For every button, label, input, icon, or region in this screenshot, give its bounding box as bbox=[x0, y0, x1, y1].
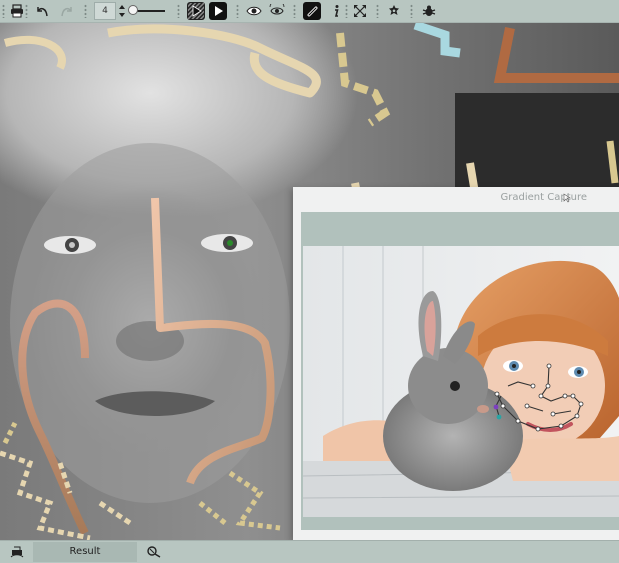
link-icon[interactable] bbox=[146, 544, 162, 558]
toolbar-grip[interactable] bbox=[25, 4, 28, 18]
status-bar: Result bbox=[0, 540, 619, 562]
play-pattern-icon[interactable] bbox=[187, 2, 205, 20]
toolbar-grip[interactable] bbox=[177, 4, 180, 18]
eye-icon[interactable] bbox=[245, 2, 263, 20]
toolbar-grip[interactable] bbox=[293, 4, 296, 18]
expand-icon[interactable] bbox=[351, 2, 369, 20]
stroke-gold[interactable] bbox=[336, 32, 391, 127]
eye-rotate-icon[interactable] bbox=[268, 2, 286, 20]
bug-icon[interactable] bbox=[420, 2, 438, 20]
stroke-cream[interactable] bbox=[3, 35, 66, 70]
toolbar-grip[interactable] bbox=[84, 4, 87, 18]
play-icon[interactable] bbox=[209, 2, 227, 20]
toolbar-grip[interactable] bbox=[2, 4, 5, 18]
toolbar-grip[interactable] bbox=[410, 4, 413, 18]
eraser-icon[interactable] bbox=[303, 2, 321, 20]
print-icon[interactable] bbox=[10, 544, 26, 558]
brush-size-field[interactable]: 4 bbox=[94, 2, 116, 20]
landmark-point-active[interactable] bbox=[496, 414, 502, 420]
stroke-gold[interactable] bbox=[606, 140, 619, 184]
landmark-point-active[interactable] bbox=[493, 404, 499, 410]
toolbar: 4 bbox=[0, 0, 619, 23]
cursor-icon bbox=[563, 193, 571, 203]
print-icon[interactable] bbox=[8, 2, 26, 20]
stroke-cream[interactable] bbox=[107, 24, 321, 98]
brush-slider-knob[interactable] bbox=[128, 5, 138, 15]
settings-icon[interactable] bbox=[385, 2, 403, 20]
stroke-blue[interactable] bbox=[413, 23, 461, 58]
capture-photo[interactable] bbox=[303, 246, 619, 517]
toolbar-grip[interactable] bbox=[236, 4, 239, 18]
gradient-capture-window[interactable]: Gradient Capture bbox=[293, 187, 619, 540]
undo-icon[interactable] bbox=[33, 2, 51, 20]
brush-size-stepper[interactable] bbox=[118, 2, 126, 20]
bunny-head bbox=[408, 348, 488, 424]
stroke-orange[interactable] bbox=[493, 27, 619, 83]
toolbar-grip[interactable] bbox=[345, 4, 348, 18]
result-tab[interactable]: Result bbox=[33, 542, 137, 562]
toolbar-grip[interactable] bbox=[376, 4, 379, 18]
info-icon[interactable] bbox=[327, 2, 345, 20]
redo-icon[interactable] bbox=[58, 2, 76, 20]
